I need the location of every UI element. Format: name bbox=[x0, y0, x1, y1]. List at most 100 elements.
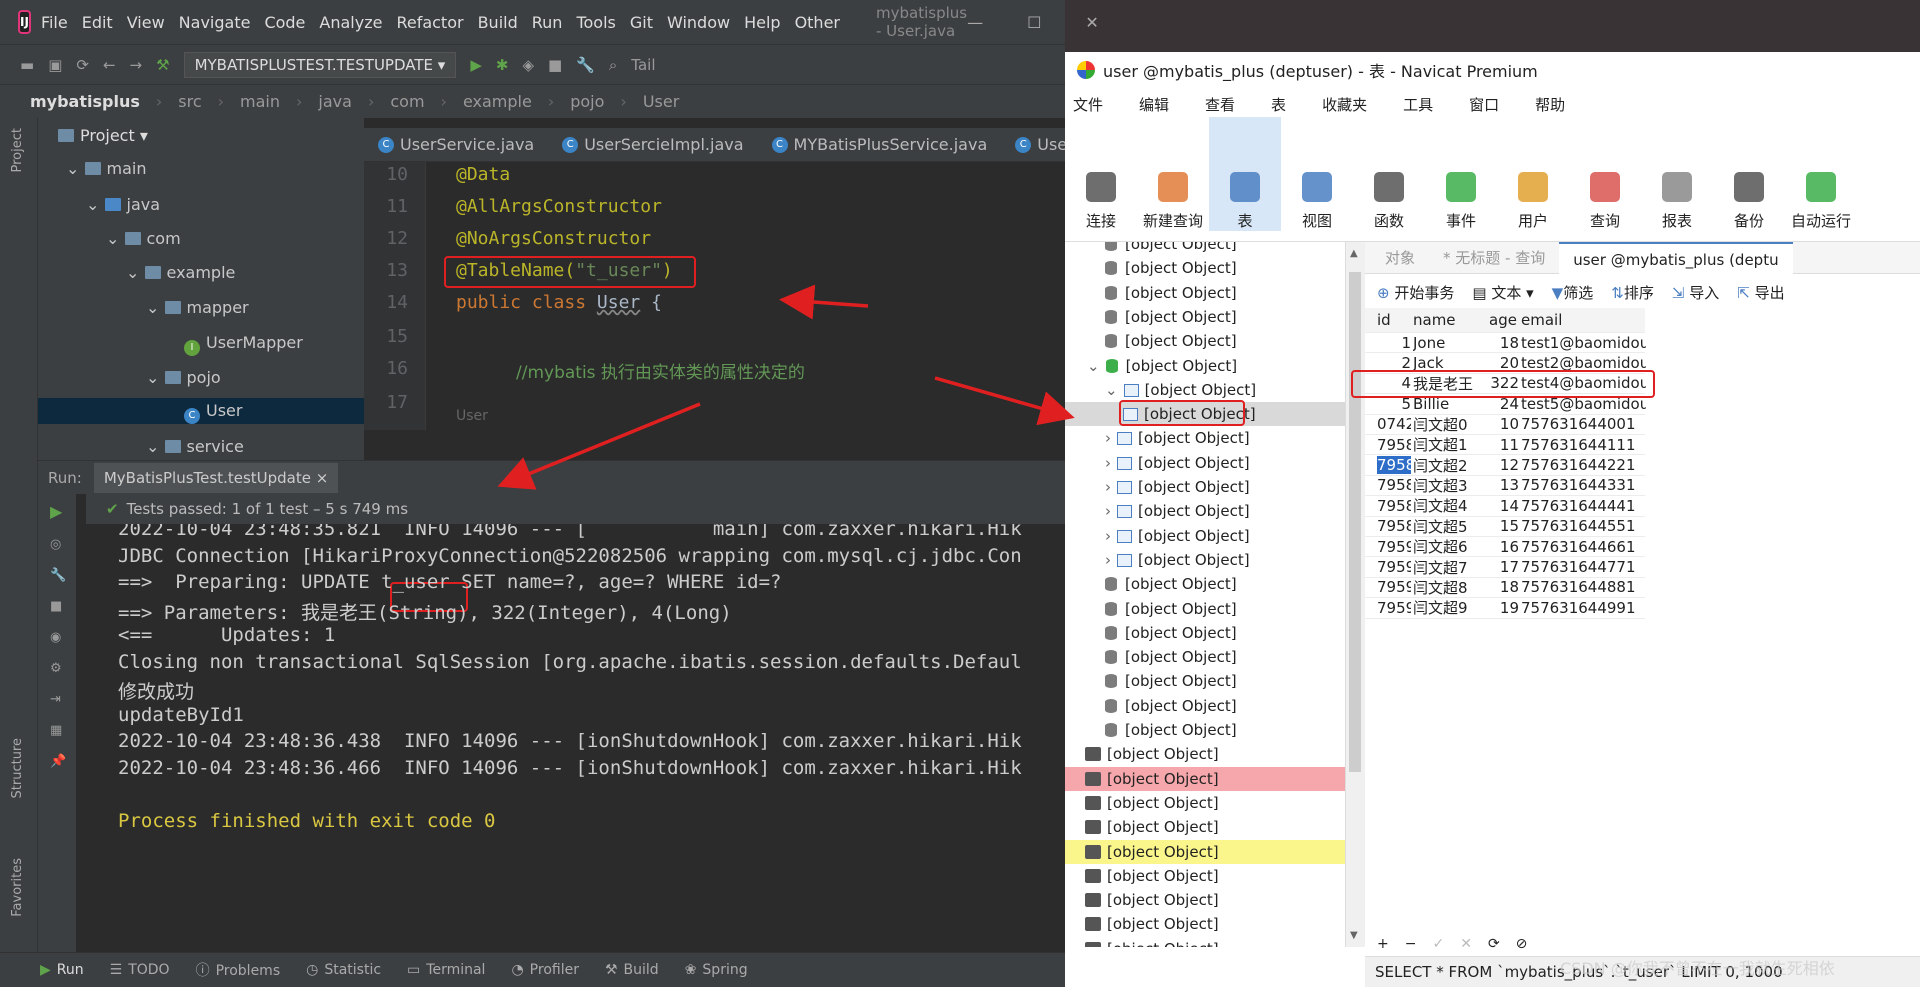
run-icon[interactable]: ▶ bbox=[470, 56, 482, 74]
navicat-menu-item[interactable]: 工具 bbox=[1403, 94, 1433, 115]
tree-node[interactable]: [object Object] bbox=[1105, 694, 1237, 718]
table-cell[interactable]: 1 bbox=[1377, 334, 1411, 352]
table-cell[interactable]: 07426 bbox=[1377, 415, 1411, 433]
table-cell[interactable]: 18 bbox=[1489, 578, 1519, 596]
collapse-chevron-icon[interactable]: › bbox=[1105, 551, 1111, 569]
menu-navigate[interactable]: Navigate bbox=[179, 13, 251, 32]
table-row[interactable]: 79590闫文超616757631644661 bbox=[1365, 537, 1646, 558]
tree-item-com[interactable]: ⌄ com bbox=[106, 226, 181, 252]
tree-node[interactable]: [object Object] bbox=[1105, 669, 1237, 693]
menu-tools[interactable]: Tools bbox=[576, 13, 615, 32]
menu-git[interactable]: Git bbox=[630, 13, 653, 32]
project-side-tab[interactable]: Project bbox=[10, 128, 25, 172]
breadcrumb-item[interactable]: java bbox=[318, 92, 352, 111]
menu-analyze[interactable]: Analyze bbox=[319, 13, 382, 32]
tree-node[interactable]: [object Object] bbox=[1085, 791, 1219, 815]
debug-icon[interactable]: ✱ bbox=[496, 56, 509, 74]
tree-node[interactable]: › [object Object] bbox=[1105, 548, 1250, 572]
table-cell[interactable]: 14 bbox=[1489, 497, 1519, 515]
table-row[interactable]: 79592闫文超818757631644881 bbox=[1365, 578, 1645, 599]
back-icon[interactable]: ← bbox=[103, 56, 116, 74]
table-cell[interactable]: 18 bbox=[1489, 334, 1519, 352]
delete-record-icon[interactable]: − bbox=[1405, 936, 1417, 952]
table-cell[interactable]: 79586 bbox=[1377, 456, 1411, 475]
table-cell[interactable]: 79589 bbox=[1377, 517, 1411, 535]
toolbar-function-button[interactable]: 函数 bbox=[1353, 172, 1425, 231]
project-view-label[interactable]: Project bbox=[80, 126, 135, 145]
collapse-chevron-icon[interactable]: › bbox=[1105, 478, 1111, 496]
collapse-chevron-icon[interactable]: › bbox=[1105, 429, 1111, 447]
tail-label[interactable]: Tail bbox=[631, 56, 655, 74]
discard-icon[interactable]: ✕ bbox=[1460, 936, 1472, 952]
bottom-tab-build[interactable]: ⚒ Build bbox=[605, 962, 659, 978]
bottom-tab-spring[interactable]: ❀ Spring bbox=[685, 962, 748, 978]
filter-button[interactable]: ▼筛选 bbox=[1552, 282, 1594, 303]
scroll-up-icon[interactable]: ▲ bbox=[1350, 248, 1358, 259]
table-cell[interactable]: 闫文超3 bbox=[1413, 475, 1485, 496]
tab-user-table[interactable]: user @mybatis_plus (deptu bbox=[1559, 241, 1793, 274]
tree-item-mapper[interactable]: ⌄ mapper bbox=[146, 295, 249, 321]
minimize-icon[interactable]: — bbox=[967, 13, 983, 32]
tree-node[interactable]: [object Object] bbox=[1105, 621, 1237, 645]
breadcrumb-item[interactable]: example bbox=[463, 92, 532, 111]
table-cell[interactable]: 16 bbox=[1489, 538, 1519, 556]
toolbar-report-button[interactable]: 报表 bbox=[1641, 172, 1713, 231]
table-cell[interactable]: Jone bbox=[1413, 334, 1485, 352]
expand-chevron-icon[interactable]: ⌄ bbox=[1105, 381, 1118, 399]
menu-view[interactable]: View bbox=[127, 13, 165, 32]
camera-icon[interactable]: ◉ bbox=[38, 622, 76, 653]
table-cell[interactable]: 757631644771 bbox=[1521, 558, 1646, 576]
toolbar-event-button[interactable]: 事件 bbox=[1425, 172, 1497, 231]
toolbar-connect-button[interactable]: 连接 bbox=[1065, 172, 1137, 231]
menu-code[interactable]: Code bbox=[264, 13, 305, 32]
apply-icon[interactable]: ✓ bbox=[1432, 936, 1444, 952]
table-cell[interactable]: 闫文超4 bbox=[1413, 495, 1485, 516]
toolbar-table-button[interactable]: 表 bbox=[1209, 117, 1281, 231]
table-cell[interactable]: 757631644661 bbox=[1521, 538, 1646, 556]
menu-refactor[interactable]: Refactor bbox=[396, 13, 463, 32]
toolbar-user-button[interactable]: 用户 bbox=[1497, 172, 1569, 231]
menu-help[interactable]: Help bbox=[744, 13, 780, 32]
add-record-icon[interactable]: + bbox=[1377, 936, 1389, 952]
table-cell[interactable]: 闫文超7 bbox=[1413, 557, 1485, 578]
tree-node[interactable]: ⌄ [object Object] bbox=[1087, 354, 1237, 378]
stop-icon[interactable]: ⊘ bbox=[1516, 936, 1528, 952]
table-cell[interactable]: 15 bbox=[1489, 517, 1519, 535]
tree-item-usermapper[interactable]: I UserMapper bbox=[184, 330, 303, 356]
tree-node[interactable]: › [object Object] bbox=[1105, 499, 1250, 523]
sort-button[interactable]: ⇅排序 bbox=[1611, 282, 1654, 303]
breadcrumb-item[interactable]: main bbox=[240, 92, 280, 111]
coverage-icon[interactable]: ◈ bbox=[522, 56, 534, 74]
breadcrumb-item[interactable]: User bbox=[643, 92, 679, 111]
table-cell[interactable]: 757631644331 bbox=[1521, 476, 1646, 494]
tree-node[interactable]: ⌄ [object Object] bbox=[1105, 378, 1256, 402]
table-cell[interactable]: 79588 bbox=[1377, 497, 1411, 515]
stop-run-icon[interactable]: ■ bbox=[38, 591, 76, 622]
run-configuration-select[interactable]: MYBATISPLUSTEST.TESTUPDATE ▾ bbox=[183, 51, 457, 78]
tree-node[interactable]: [object Object] bbox=[1105, 718, 1237, 742]
table-cell[interactable]: 79593 bbox=[1377, 599, 1411, 617]
gear-icon[interactable]: ⚙ bbox=[38, 653, 76, 684]
editor-tab[interactable]: C UserService.java bbox=[364, 128, 548, 161]
table-cell[interactable]: 闫文超1 bbox=[1413, 434, 1485, 455]
tree-node[interactable]: [object Object] bbox=[1085, 864, 1219, 888]
collapse-chevron-icon[interactable]: › bbox=[1105, 527, 1111, 545]
tree-node[interactable]: [object Object] bbox=[1085, 815, 1219, 839]
navicat-menu-item[interactable]: 编辑 bbox=[1139, 94, 1169, 115]
export-button[interactable]: ⇱ 导出 bbox=[1737, 282, 1784, 303]
table-row[interactable]: 79586闫文超212757631644221 bbox=[1365, 455, 1645, 476]
tree-item-example[interactable]: ⌄ example bbox=[126, 260, 235, 286]
navicat-menu-item[interactable]: 帮助 bbox=[1535, 94, 1565, 115]
table-cell[interactable]: 10 bbox=[1489, 415, 1519, 433]
tree-node[interactable]: [object Object] bbox=[1065, 839, 1345, 864]
toolbar-new-query-button[interactable]: 新建查询 bbox=[1137, 172, 1209, 231]
table-cell[interactable]: 757631644551 bbox=[1521, 517, 1646, 535]
structure-side-tab[interactable]: Structure bbox=[10, 738, 25, 798]
scroll-thumb[interactable] bbox=[1349, 272, 1361, 772]
tree-node[interactable]: [object Object] bbox=[1105, 242, 1237, 256]
expand-chevron-icon[interactable]: ⌄ bbox=[1087, 357, 1100, 375]
data-grid[interactable]: idnameageemail1Jone18test1@baomidou.co2J… bbox=[1351, 308, 1920, 968]
table-row[interactable]: 1Jone18test1@baomidou.co bbox=[1365, 333, 1646, 354]
collapse-chevron-icon[interactable]: › bbox=[1105, 502, 1111, 520]
tree-item-java[interactable]: ⌄ java bbox=[86, 192, 160, 218]
